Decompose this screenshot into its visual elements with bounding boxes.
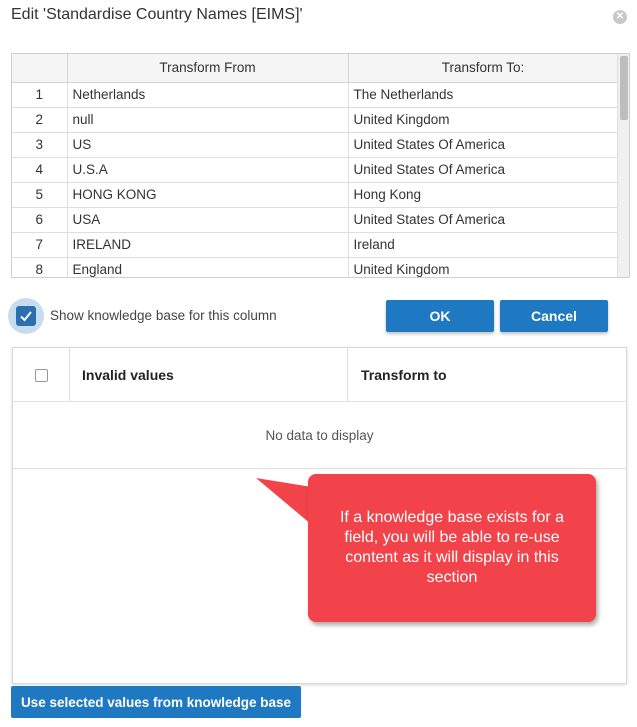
row-number: 7 bbox=[12, 232, 68, 258]
use-knowledge-base-button[interactable]: Use selected values from knowledge base bbox=[11, 686, 301, 718]
transform-from-cell[interactable]: U.S.A bbox=[67, 157, 349, 183]
transform-from-cell[interactable]: HONG KONG bbox=[67, 182, 349, 208]
knowledge-base-callout: If a knowledge base exists for a field, … bbox=[308, 474, 596, 622]
table-row[interactable]: 7 IRELAND Ireland bbox=[12, 232, 619, 258]
row-number: 3 bbox=[12, 132, 68, 158]
transform-to-cell[interactable]: United States Of America bbox=[348, 132, 619, 158]
row-number: 4 bbox=[12, 157, 68, 183]
transform-to-cell[interactable]: Hong Kong bbox=[348, 182, 619, 208]
table-row[interactable]: 3 US United States Of America bbox=[12, 132, 619, 158]
table-row[interactable]: 6 USA United States Of America bbox=[12, 207, 619, 233]
close-icon[interactable]: ✕ bbox=[613, 10, 627, 24]
ok-button[interactable]: OK bbox=[386, 300, 494, 332]
checkmark-icon bbox=[20, 311, 32, 322]
row-number: 1 bbox=[12, 82, 68, 108]
transform-to-cell[interactable]: United States Of America bbox=[348, 157, 619, 183]
row-number: 6 bbox=[12, 207, 68, 233]
transform-to-cell[interactable]: United States Of America bbox=[348, 207, 619, 233]
knowledge-base-header: Invalid values Transform to bbox=[13, 348, 626, 402]
no-data-message: No data to display bbox=[13, 402, 626, 469]
transform-to-cell[interactable]: United Kingdom bbox=[348, 107, 619, 133]
select-all-checkbox[interactable] bbox=[34, 368, 48, 382]
table-row[interactable]: 1 Netherlands The Netherlands bbox=[12, 82, 619, 108]
row-number: 8 bbox=[12, 257, 68, 277]
transform-to-cell[interactable]: The Netherlands bbox=[348, 82, 619, 108]
transform-from-cell[interactable]: IRELAND bbox=[67, 232, 349, 258]
transform-from-cell[interactable]: US bbox=[67, 132, 349, 158]
transform-from-cell[interactable]: USA bbox=[67, 207, 349, 233]
transform-from-header[interactable]: Transform From bbox=[67, 54, 349, 83]
transform-to-header[interactable]: Transform To: bbox=[348, 54, 619, 83]
transform-to-cell[interactable]: Ireland bbox=[348, 232, 619, 258]
dialog-title: Edit 'Standardise Country Names [EIMS]' bbox=[11, 6, 303, 23]
show-knowledge-base-label: Show knowledge base for this column bbox=[50, 308, 277, 323]
transform-from-cell[interactable]: Netherlands bbox=[67, 82, 349, 108]
table-row[interactable]: 8 England United Kingdom bbox=[12, 257, 619, 277]
table-row[interactable]: 2 null United Kingdom bbox=[12, 107, 619, 133]
table-row[interactable]: 5 HONG KONG Hong Kong bbox=[12, 182, 619, 208]
transform-from-cell[interactable]: null bbox=[67, 107, 349, 133]
grid-scroll-thumb[interactable] bbox=[620, 56, 628, 120]
show-knowledge-base-checkbox[interactable] bbox=[8, 298, 44, 334]
row-number-header bbox=[12, 54, 68, 83]
grid-scrollbar[interactable] bbox=[617, 54, 629, 277]
row-number: 2 bbox=[12, 107, 68, 133]
cancel-button[interactable]: Cancel bbox=[500, 300, 608, 332]
row-number: 5 bbox=[12, 182, 68, 208]
select-all-cell bbox=[13, 348, 70, 402]
transform-to-cell[interactable]: United Kingdom bbox=[348, 257, 619, 277]
invalid-values-header[interactable]: Invalid values bbox=[70, 348, 348, 402]
transform-to-kb-header[interactable]: Transform to bbox=[348, 348, 626, 402]
callout-text: If a knowledge base exists for a field, … bbox=[339, 509, 565, 586]
transform-grid: Transform From Transform To: 1 Netherland… bbox=[11, 53, 630, 278]
transform-from-cell[interactable]: England bbox=[67, 257, 349, 277]
table-row[interactable]: 4 U.S.A United States Of America bbox=[12, 157, 619, 183]
